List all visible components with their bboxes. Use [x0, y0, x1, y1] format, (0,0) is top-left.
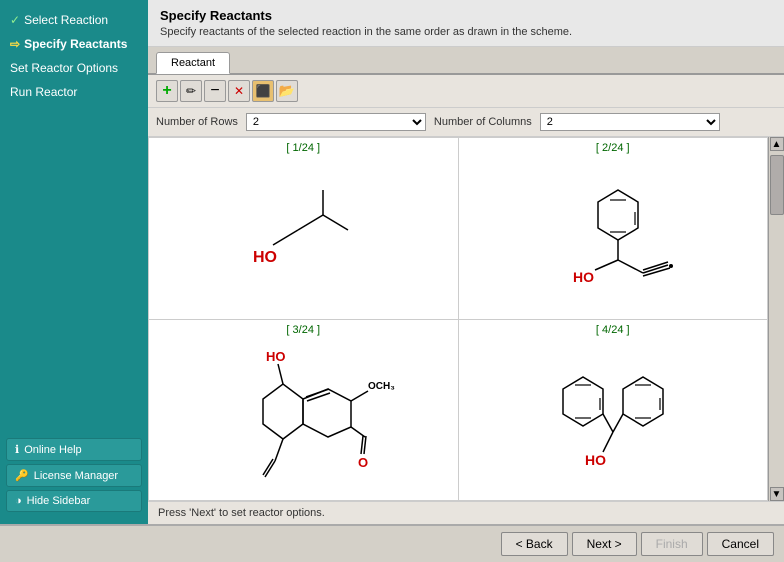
svg-text:HO: HO [573, 269, 594, 285]
sidebar-item-select-reaction[interactable]: ✓ Select Reaction [0, 8, 148, 32]
next-button[interactable]: Next > [572, 532, 637, 556]
molecule-label-2: [ 2/24 ] [596, 142, 630, 154]
license-manager-button[interactable]: 🔑 License Manager [6, 464, 142, 487]
molecule-label-4: [ 4/24 ] [596, 324, 630, 336]
scroll-down-button[interactable]: ▼ [770, 487, 784, 501]
scroll-thumb[interactable] [770, 155, 784, 215]
svg-text:HO: HO [266, 349, 286, 364]
svg-text:HO: HO [585, 452, 606, 468]
remove-button[interactable]: − [204, 80, 226, 102]
finish-button[interactable]: Finish [641, 532, 703, 556]
status-bar: Press 'Next' to set reactor options. [148, 501, 784, 524]
molecule-label-3: [ 3/24 ] [286, 324, 320, 336]
tab-reactant[interactable]: Reactant [156, 52, 230, 74]
vertical-scrollbar[interactable]: ▲ ▼ [768, 137, 784, 501]
sidebar-item-label: Set Reactor Options [10, 61, 118, 75]
sidebar-item-set-reactor-options[interactable]: Set Reactor Options [0, 56, 148, 80]
rows-select[interactable]: 21345 [246, 113, 426, 131]
copy-button[interactable]: ⬛ [252, 80, 274, 102]
checkmark-icon: ✓ [10, 13, 20, 27]
svg-text:OCH₃: OCH₃ [368, 381, 395, 392]
main-content: Specify Reactants Specify reactants of t… [148, 0, 784, 524]
page-description: Specify reactants of the selected reacti… [160, 26, 772, 38]
scroll-up-button[interactable]: ▲ [770, 137, 784, 151]
sidebar-item-label: Run Reactor [10, 85, 77, 99]
molecule-cell-2: [ 2/24 ] HO [459, 138, 769, 320]
sidebar-item-label: Specify Reactants [24, 37, 127, 51]
molecule-grid-container: [ 1/24 ] HO [148, 137, 784, 501]
sidebar-item-specify-reactants[interactable]: ⇨ Specify Reactants [0, 32, 148, 56]
molecule-drawing-4: HO [463, 338, 764, 497]
molecule-drawing-3: O OCH₃ HO [153, 338, 454, 497]
key-icon: 🔑 [15, 469, 29, 482]
cols-select[interactable]: 21345 [540, 113, 720, 131]
sidebar-item-run-reactor[interactable]: Run Reactor [0, 80, 148, 104]
tab-bar: Reactant [148, 47, 784, 75]
sidebar: ✓ Select Reaction ⇨ Specify Reactants Se… [0, 0, 148, 524]
circle-icon: ◑ [15, 495, 22, 507]
toolbar: + ✏ − ✕ ⬛ 📂 [148, 75, 784, 108]
molecule-cell-1: [ 1/24 ] HO [149, 138, 459, 320]
online-help-button[interactable]: ℹ Online Help [6, 438, 142, 461]
molecule-cell-3: [ 3/24 ] [149, 320, 459, 502]
folder-button[interactable]: 📂 [276, 80, 298, 102]
svg-text:HO: HO [253, 249, 277, 266]
hide-sidebar-button[interactable]: ◑ Hide Sidebar [6, 490, 142, 512]
content-header: Specify Reactants Specify reactants of t… [148, 0, 784, 47]
molecule-drawing-1: HO [153, 156, 454, 315]
cols-label: Number of Columns [434, 116, 532, 128]
page-title: Specify Reactants [160, 8, 772, 23]
rows-label: Number of Rows [156, 116, 238, 128]
molecule-drawing-2: HO [463, 156, 764, 315]
footer: < Back Next > Finish Cancel [0, 524, 784, 562]
svg-text:O: O [358, 455, 368, 470]
delete-button[interactable]: ✕ [228, 80, 250, 102]
add-button[interactable]: + [156, 80, 178, 102]
arrow-icon: ⇨ [10, 37, 20, 51]
molecule-label-1: [ 1/24 ] [286, 142, 320, 154]
status-text: Press 'Next' to set reactor options. [158, 507, 325, 519]
cancel-button[interactable]: Cancel [707, 532, 774, 556]
back-button[interactable]: < Back [501, 532, 568, 556]
molecule-cell-4: [ 4/24 ] [459, 320, 769, 502]
sidebar-bottom: ℹ Online Help 🔑 License Manager ◑ Hide S… [0, 434, 148, 516]
sidebar-item-label: Select Reaction [24, 13, 108, 27]
row-col-bar: Number of Rows 21345 Number of Columns 2… [148, 108, 784, 137]
info-icon: ℹ [15, 443, 19, 456]
molecule-grid: [ 1/24 ] HO [148, 137, 768, 501]
edit-button[interactable]: ✏ [180, 80, 202, 102]
